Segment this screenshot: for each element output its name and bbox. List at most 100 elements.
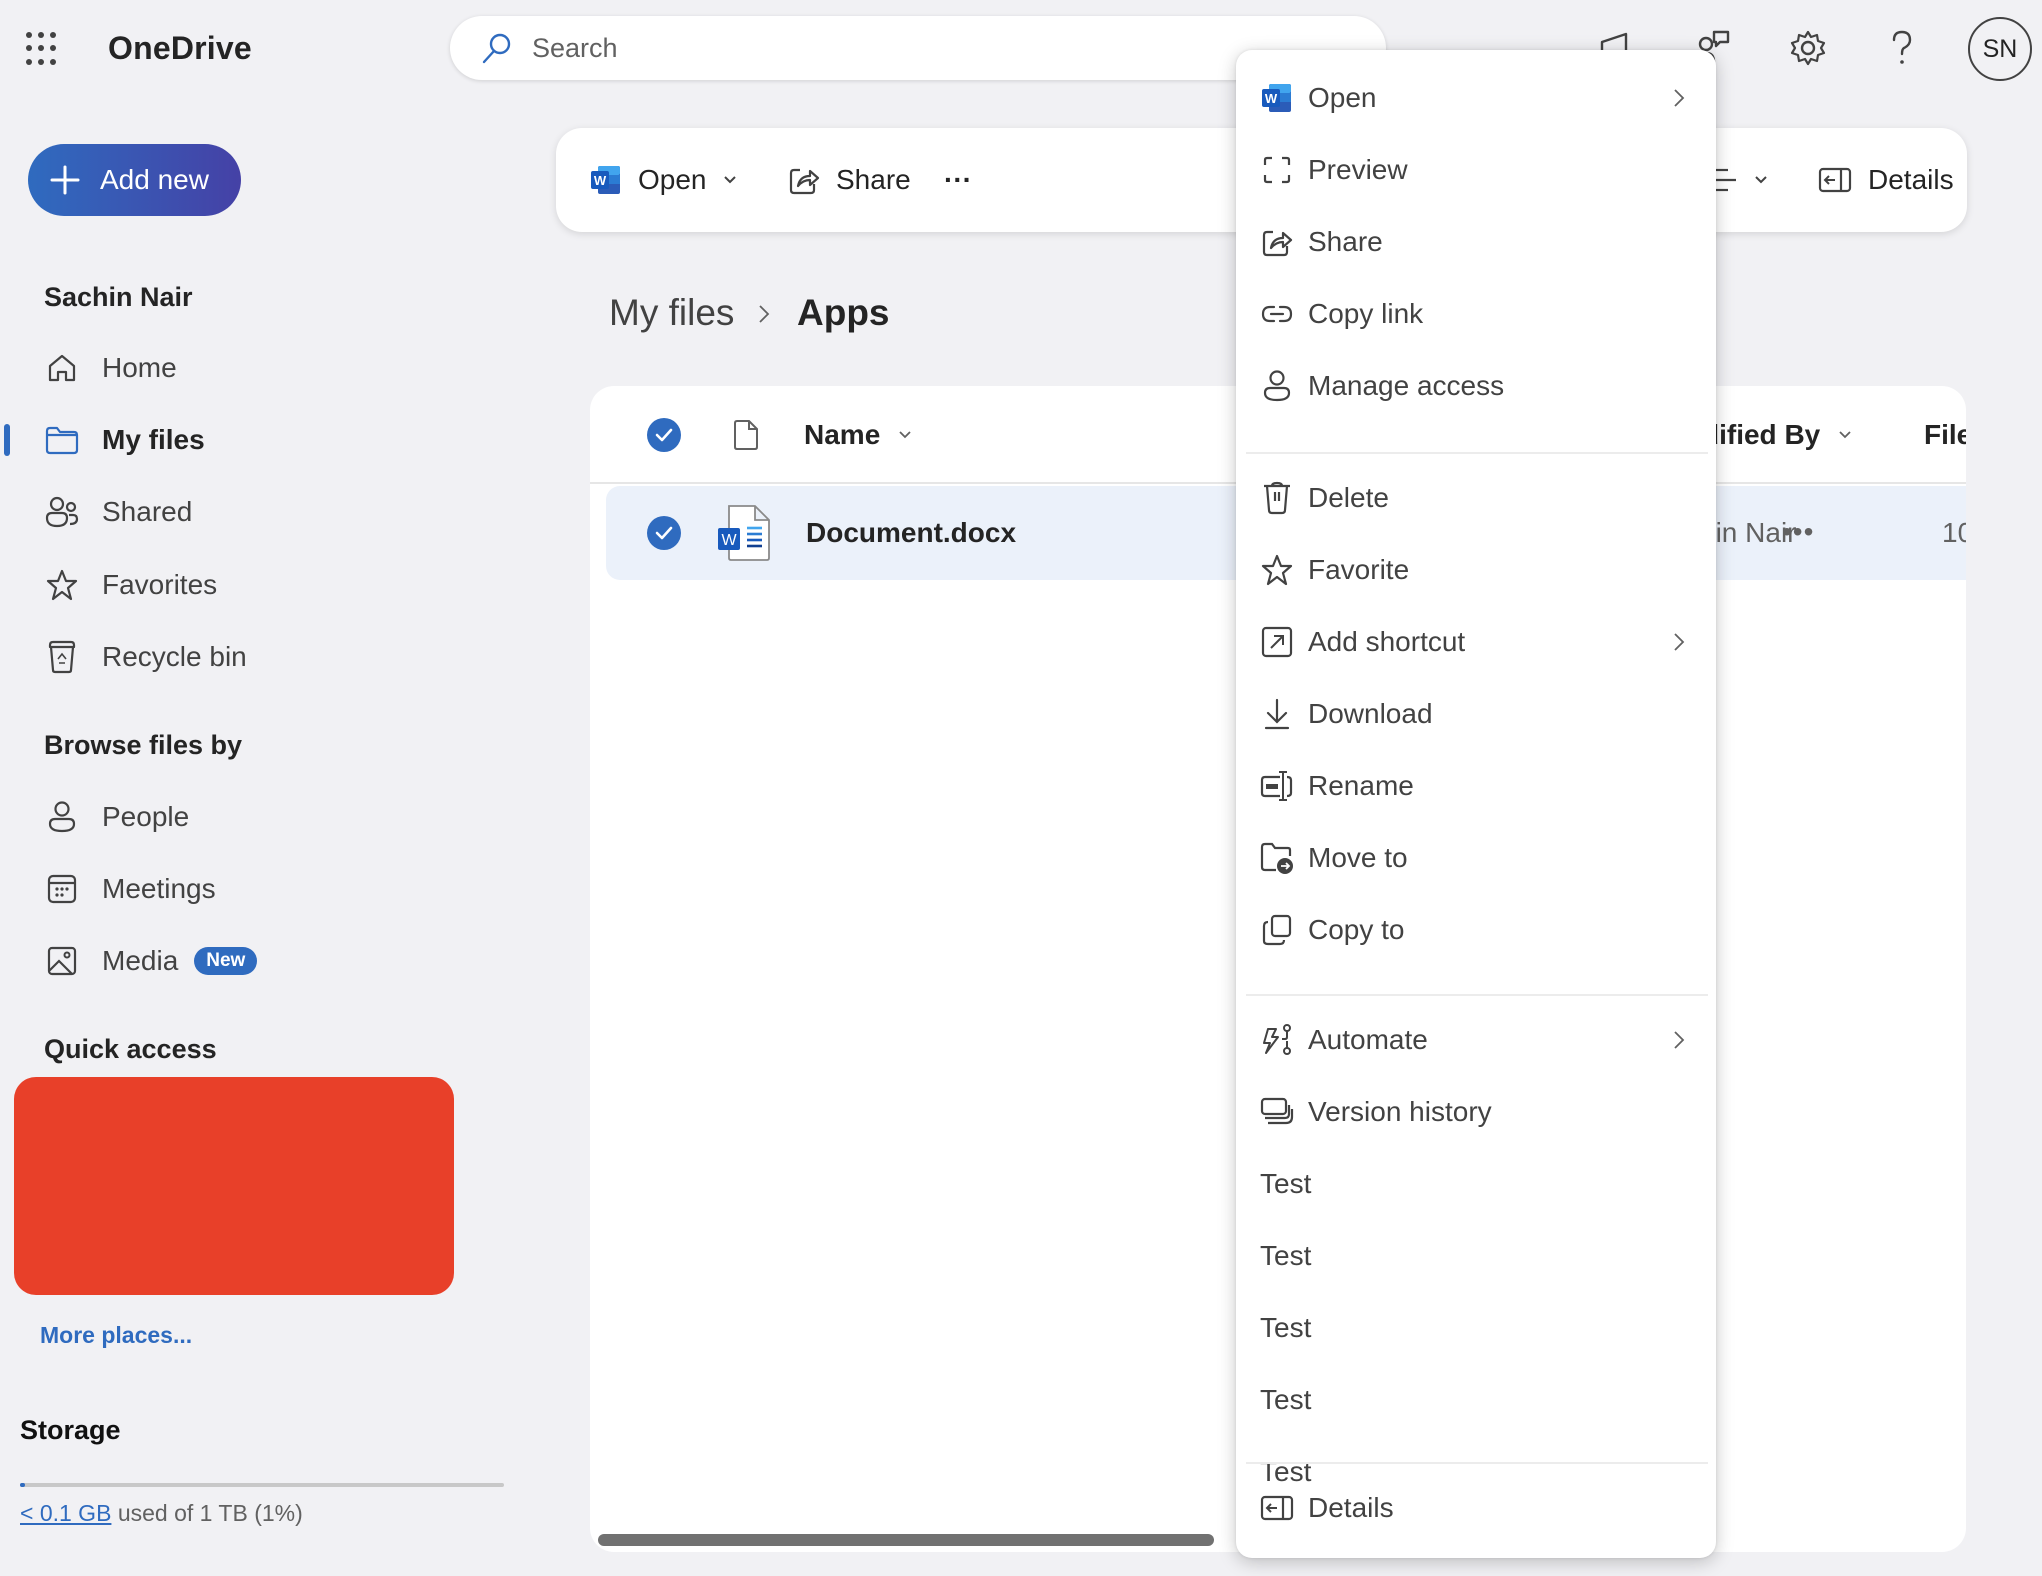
move-to-icon [1260, 841, 1294, 875]
chevron-right-icon [1672, 86, 1686, 110]
add-new-button[interactable]: Add new [28, 144, 241, 216]
add-new-label: Add new [100, 164, 209, 195]
menu-item-label: Move to [1308, 842, 1408, 873]
file-name[interactable]: Document.docx [806, 486, 1016, 580]
person-icon [1260, 369, 1294, 403]
account-avatar[interactable]: SN [1968, 17, 2032, 81]
download-icon [1260, 697, 1294, 731]
open-button[interactable]: W Open [590, 128, 737, 232]
menu-item-test[interactable]: Test [1236, 1292, 1716, 1364]
menu-item-delete[interactable]: Delete [1236, 462, 1716, 534]
sidebar-item-my-files[interactable]: My files [44, 412, 464, 468]
more-places-link[interactable]: More places... [40, 1322, 192, 1349]
quick-access-heading: Quick access [44, 1034, 217, 1064]
sidebar-item-favorites[interactable]: Favorites [44, 557, 464, 613]
menu-item-automate[interactable]: Automate [1236, 1004, 1716, 1076]
select-all-checkbox[interactable] [647, 418, 681, 452]
sidebar-item-recycle-bin[interactable]: Recycle bin [44, 629, 464, 685]
details-label: Details [1868, 164, 1954, 195]
menu-item-label: Test [1260, 1312, 1312, 1343]
menu-item-label: Add shortcut [1308, 626, 1466, 657]
name-column-header[interactable]: Name [804, 386, 912, 484]
menu-item-copy-to[interactable]: Copy to [1236, 894, 1716, 966]
menu-item-test[interactable]: Test [1236, 1220, 1716, 1292]
star-icon [1260, 553, 1294, 587]
breadcrumb-my-files[interactable]: My files [609, 292, 734, 334]
sidebar-item-shared[interactable]: Shared [44, 484, 464, 540]
details-button[interactable]: Details [1818, 128, 1954, 232]
menu-item-label: Copy link [1308, 298, 1424, 329]
file-type-column-header[interactable] [733, 386, 759, 484]
modified-by-column-label: dified By [1702, 419, 1821, 450]
sidebar-item-label: Home [102, 352, 177, 383]
calendar-icon [44, 871, 80, 907]
file-size-column-header[interactable]: File [1924, 386, 1966, 484]
help-button[interactable] [1878, 24, 1926, 72]
menu-item-label: Copy to [1308, 914, 1405, 945]
version-history-icon [1260, 1095, 1294, 1129]
share-button[interactable]: Share [788, 128, 911, 232]
share-icon [788, 164, 820, 196]
settings-button[interactable] [1784, 24, 1832, 72]
menu-divider [1246, 1462, 1708, 1464]
sidebar-item-media[interactable]: Media New [44, 933, 464, 989]
menu-item-favorite[interactable]: Favorite [1236, 534, 1716, 606]
menu-item-details[interactable]: Details [1236, 1472, 1716, 1544]
storage-usage-text: < 0.1 GB used of 1 TB (1%) [20, 1500, 303, 1527]
menu-item-label: Automate [1308, 1024, 1428, 1055]
sidebar-item-label: Favorites [102, 569, 218, 600]
menu-item-label: Test [1260, 1168, 1312, 1199]
chevron-down-icon [898, 430, 912, 440]
row-checkbox[interactable] [647, 516, 681, 550]
waffle-dot [50, 58, 56, 65]
word-icon: W [590, 164, 622, 196]
quick-access-item[interactable] [14, 1077, 454, 1295]
rename-icon [1260, 769, 1294, 803]
sidebar-item-label: Shared [102, 496, 193, 527]
people-icon [44, 494, 80, 530]
sidebar-item-meetings[interactable]: Meetings [44, 861, 464, 917]
modified-by-column-header[interactable]: dified By [1702, 386, 1852, 484]
menu-item-download[interactable]: Download [1236, 678, 1716, 750]
active-indicator [4, 424, 10, 456]
menu-item-add-shortcut[interactable]: Add shortcut [1236, 606, 1716, 678]
user-name-heading: Sachin Nair [44, 282, 193, 312]
checkmark-icon [655, 428, 673, 442]
menu-item-test[interactable]: Test [1236, 1364, 1716, 1436]
trash-icon [1260, 481, 1294, 515]
sidebar-item-people[interactable]: People [44, 789, 464, 845]
horizontal-scrollbar[interactable] [598, 1534, 1214, 1546]
menu-item-preview[interactable]: Preview [1236, 134, 1716, 206]
menu-item-open[interactable]: W Open [1236, 62, 1716, 134]
settings-icon [1788, 28, 1828, 68]
app-launcher-button[interactable] [26, 32, 60, 66]
more-icon: ··· [944, 164, 972, 195]
sidebar-item-label: Meetings [102, 873, 216, 904]
sidebar-item-home[interactable]: Home [44, 340, 464, 396]
menu-item-test[interactable]: Test [1236, 1148, 1716, 1220]
menu-item-manage-access[interactable]: Manage access [1236, 350, 1716, 422]
view-options-button[interactable] [1708, 128, 1768, 232]
menu-item-version-history[interactable]: Version history [1236, 1076, 1716, 1148]
chevron-down-icon [1838, 430, 1852, 440]
more-actions-button[interactable]: ··· [944, 128, 972, 232]
app-title[interactable]: OneDrive [108, 30, 252, 67]
menu-item-move-to[interactable]: Move to [1236, 822, 1716, 894]
waffle-dot [38, 58, 44, 65]
sidebar-item-label: Media [102, 945, 179, 976]
svg-text:W: W [721, 532, 737, 549]
file-icon [734, 420, 758, 450]
menu-item-label: Test [1260, 1240, 1312, 1271]
menu-item-share[interactable]: Share [1236, 206, 1716, 278]
waffle-dot [38, 45, 44, 52]
storage-used-link[interactable]: < 0.1 GB [20, 1500, 111, 1526]
menu-item-rename[interactable]: Rename [1236, 750, 1716, 822]
menu-item-label: Test [1260, 1384, 1312, 1415]
menu-item-copy-link[interactable]: Copy link [1236, 278, 1716, 350]
recycle-bin-icon [44, 639, 80, 675]
shortcut-icon [1260, 625, 1294, 659]
menu-item-label: Details [1308, 1492, 1394, 1523]
context-menu: W Open Preview Share Copy link Manage access D… [1236, 50, 1716, 1558]
search-input[interactable] [532, 32, 1232, 64]
breadcrumb-current: Apps [797, 292, 890, 333]
